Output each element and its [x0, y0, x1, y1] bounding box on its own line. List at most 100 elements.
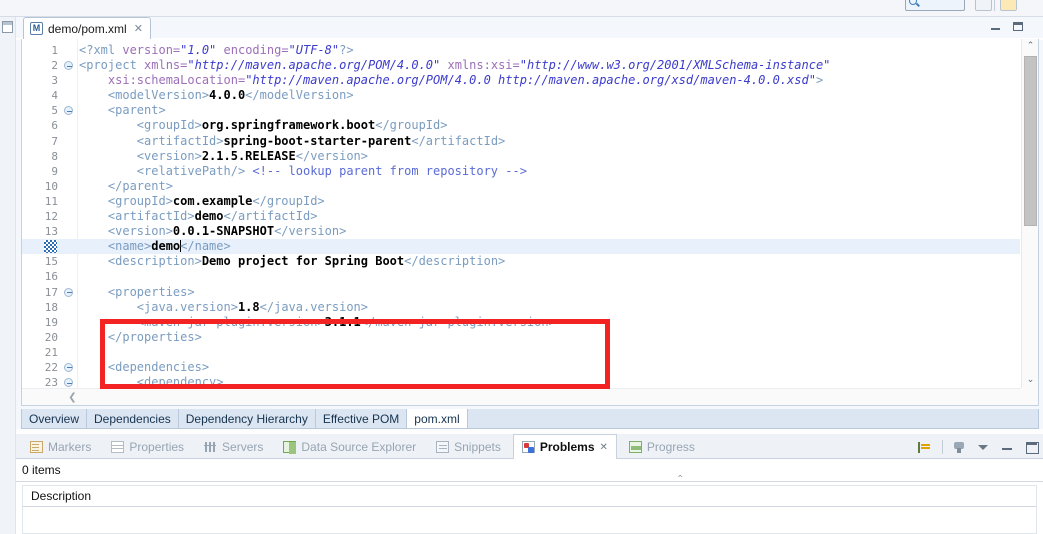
scroll-down-icon[interactable]: ⌄	[1022, 373, 1039, 388]
code-line[interactable]: 7 <artifactId>spring-boot-starter-parent…	[22, 134, 1020, 149]
problems-table-header[interactable]: Description	[22, 485, 1037, 507]
code-line[interactable]: 22 <dependencies>	[22, 360, 1020, 375]
code-line[interactable]: 11 <groupId>com.example</groupId>	[22, 194, 1020, 209]
code-line[interactable]: 17 <properties>	[22, 285, 1020, 300]
toolbar-button-2[interactable]	[1000, 0, 1017, 11]
maven-page-tab-effective-pom[interactable]: Effective POM	[316, 409, 408, 428]
code-line-text: <version>2.1.5.RELEASE</version>	[79, 149, 368, 164]
toolbar-button-1[interactable]	[975, 0, 992, 11]
maven-page-tab-dependency-hierarchy[interactable]: Dependency Hierarchy	[179, 409, 316, 428]
code-line[interactable]: 8 <version>2.1.5.RELEASE</version>	[22, 149, 1020, 164]
line-number: 1	[51, 44, 58, 57]
code-line[interactable]: 12 <artifactId>demo</artifactId>	[22, 209, 1020, 224]
line-number: 10	[44, 179, 58, 193]
code-line-text: </properties>	[79, 330, 202, 345]
line-number: 12	[44, 210, 58, 224]
changed-line-marker	[44, 240, 57, 254]
close-icon[interactable]: ✕	[134, 23, 143, 34]
focus-on-selection-icon[interactable]	[918, 440, 933, 455]
code-line[interactable]: 9 <relativePath/> <!-- lookup parent fro…	[22, 164, 1020, 179]
fold-collapse-icon[interactable]	[64, 362, 73, 372]
code-line[interactable]: 4 <modelVersion>4.0.0</modelVersion>	[22, 88, 1020, 103]
fold-collapse-icon[interactable]	[64, 378, 73, 388]
code-token: </name>	[180, 239, 231, 254]
code-token: 1.8	[237, 299, 260, 314]
code-line[interactable]: 19 <maven-jar-plugin.version>3.1.1</mave…	[22, 315, 1020, 330]
view-sash[interactable]	[16, 481, 1043, 482]
code-line[interactable]: 6 <groupId>org.springframework.boot</gro…	[22, 118, 1020, 133]
code-token: </artifactId>	[411, 133, 506, 148]
source-editor[interactable]: 1 <?xml version="1.0" encoding="UTF-8"?> 2…	[21, 39, 1039, 406]
maven-page-tab-overview[interactable]: Overview	[22, 409, 88, 428]
code-token: <dependency>	[79, 375, 224, 388]
view-tab-label: Servers	[222, 439, 264, 454]
code-line[interactable]: 5 <parent>	[22, 103, 1020, 118]
view-tab-markers[interactable]: Markers	[22, 434, 99, 459]
code-line[interactable]: 20 </properties>	[22, 330, 1020, 345]
minimize-editor-icon[interactable]	[990, 21, 1003, 33]
view-tab-label: Data Source Explorer	[301, 439, 417, 454]
snippets-icon	[436, 440, 450, 453]
progress-icon	[628, 440, 642, 453]
collapse-arrow-icon[interactable]: ⌃	[676, 474, 684, 485]
scroll-up-icon[interactable]: ⌃	[1022, 39, 1039, 54]
code-line[interactable]: 16	[22, 269, 1020, 284]
code-token: </artifactId>	[223, 209, 318, 224]
code-line[interactable]: 10 </parent>	[22, 179, 1020, 194]
maven-editor-page-tabs[interactable]: Overview Dependencies Dependency Hierarchy…	[21, 409, 1039, 429]
view-tab-progress[interactable]: Progress	[621, 434, 703, 459]
view-tab-data-source-explorer[interactable]: Data Source Explorer	[275, 434, 424, 459]
line-number: 3	[51, 74, 58, 88]
view-tab-problems[interactable]: Problems ✕	[512, 434, 617, 459]
code-line[interactable]: 15 <description>Demo project for Spring …	[22, 254, 1020, 269]
code-line-text: <artifactId>demo</artifactId>	[79, 209, 318, 224]
code-line[interactable]: 18 <java.version>1.8</java.version>	[22, 300, 1020, 315]
search-icon	[909, 0, 917, 5]
view-tab-servers[interactable]: Servers	[196, 434, 271, 459]
code-token: <dependencies>	[79, 359, 210, 374]
filters-icon[interactable]	[952, 440, 967, 455]
view-tab-properties[interactable]: Properties	[103, 434, 192, 459]
code-line[interactable]: 21	[22, 345, 1020, 360]
code-lines[interactable]: 1 <?xml version="1.0" encoding="UTF-8"?> 2…	[22, 43, 1020, 388]
close-icon[interactable]: ✕	[600, 442, 608, 453]
code-token: encoding=	[223, 43, 289, 57]
view-tab-row[interactable]: Markers Properties Servers Data Source Expl…	[16, 434, 1043, 459]
code-line-text: <java.version>1.8</java.version>	[79, 300, 368, 315]
code-line[interactable]: 1 <?xml version="1.0" encoding="UTF-8"?>	[22, 43, 1020, 58]
editor-horizontal-scrollbar[interactable]: ❮	[22, 388, 1021, 405]
scroll-left-icon[interactable]: ❮	[64, 389, 81, 406]
minimize-icon[interactable]	[1000, 440, 1015, 455]
code-token: </parent>	[79, 178, 173, 193]
view-menu-icon[interactable]	[976, 440, 991, 455]
maven-page-tab-pom-xml[interactable]: pom.xml	[407, 409, 468, 428]
maximize-editor-icon[interactable]	[1012, 21, 1025, 33]
code-token: <?xml	[79, 43, 123, 57]
code-line[interactable]: 23 <dependency>	[22, 375, 1020, 388]
maven-page-tab-dependencies[interactable]: Dependencies	[87, 409, 179, 428]
code-line[interactable]: 14 <name>demo</name>	[22, 239, 1020, 255]
column-header-description[interactable]: Description	[31, 489, 91, 503]
bottom-view-stack: Markers Properties Servers Data Source Expl…	[16, 434, 1043, 534]
restore-view-icon[interactable]	[2, 21, 13, 33]
code-token: <java.version>	[79, 299, 238, 314]
code-line-text: <relativePath/> <!-- lookup parent from …	[79, 164, 527, 179]
editor-tab-pom-xml[interactable]: M demo/pom.xml ✕	[23, 17, 151, 39]
markers-icon	[30, 440, 43, 453]
editor-tab-label: demo/pom.xml	[48, 21, 127, 36]
line-number: 16	[44, 270, 58, 284]
maximize-icon[interactable]	[1024, 440, 1039, 455]
code-token: version=	[122, 43, 181, 57]
vertical-scroll-thumb[interactable]	[1024, 56, 1037, 226]
code-line[interactable]: 13 <version>0.0.1-SNAPSHOT</version>	[22, 224, 1020, 239]
fold-collapse-icon[interactable]	[64, 287, 73, 297]
editor-vertical-scrollbar[interactable]: ⌃ ⌄	[1021, 39, 1038, 388]
code-line[interactable]: 3 xsi:schemaLocation="http://maven.apach…	[22, 73, 1020, 88]
code-line[interactable]: 2 <project xmlns="http://maven.apache.org…	[22, 58, 1020, 73]
fold-collapse-icon[interactable]	[64, 106, 73, 116]
view-tab-snippets[interactable]: Snippets	[428, 434, 509, 459]
fold-collapse-icon[interactable]	[64, 61, 73, 71]
search-input[interactable]	[905, 0, 965, 11]
code-token: demo	[194, 209, 224, 224]
